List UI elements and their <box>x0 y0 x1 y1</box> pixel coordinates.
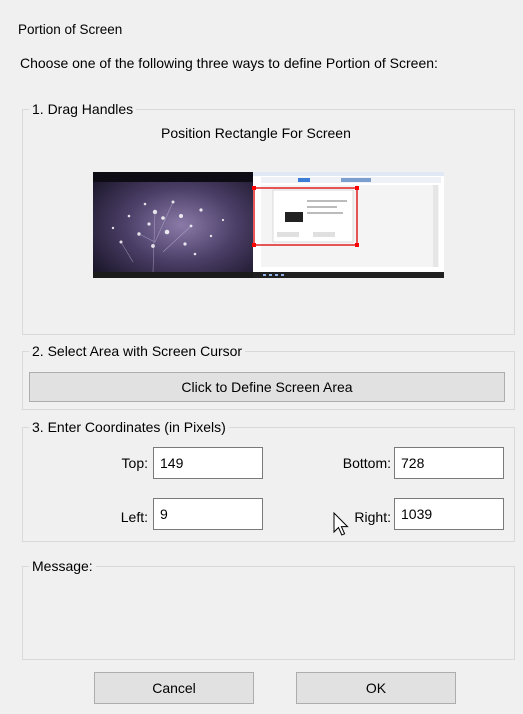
left-label: Left: <box>120 509 148 525</box>
bottom-input[interactable] <box>394 447 504 479</box>
dialog-title: Portion of Screen <box>18 22 123 37</box>
mouse-pointer-icon <box>333 512 349 536</box>
message-legend: Message: <box>29 557 96 575</box>
message-group: Message: <box>22 557 515 660</box>
left-monitor-wallpaper <box>93 172 253 278</box>
top-label: Top: <box>121 455 148 471</box>
drag-handles-legend: 1. Drag Handles <box>29 100 137 118</box>
select-area-legend: 2. Select Area with Screen Cursor <box>29 342 246 360</box>
screen-preview-thumbnail <box>93 172 444 278</box>
screen-preview[interactable] <box>93 172 444 278</box>
right-input[interactable] <box>394 498 504 530</box>
top-input[interactable] <box>153 447 263 479</box>
ok-button[interactable]: OK <box>296 672 456 704</box>
right-label: Right: <box>354 509 391 525</box>
left-input[interactable] <box>153 498 263 530</box>
define-screen-area-button[interactable]: Click to Define Screen Area <box>29 372 505 402</box>
cancel-button[interactable]: Cancel <box>94 672 254 704</box>
instruction-text: Choose one of the following three ways t… <box>20 55 438 71</box>
bottom-label: Bottom: <box>342 455 391 471</box>
coordinates-legend: 3. Enter Coordinates (in Pixels) <box>29 418 229 436</box>
position-rectangle-heading: Position Rectangle For Screen <box>161 125 351 141</box>
